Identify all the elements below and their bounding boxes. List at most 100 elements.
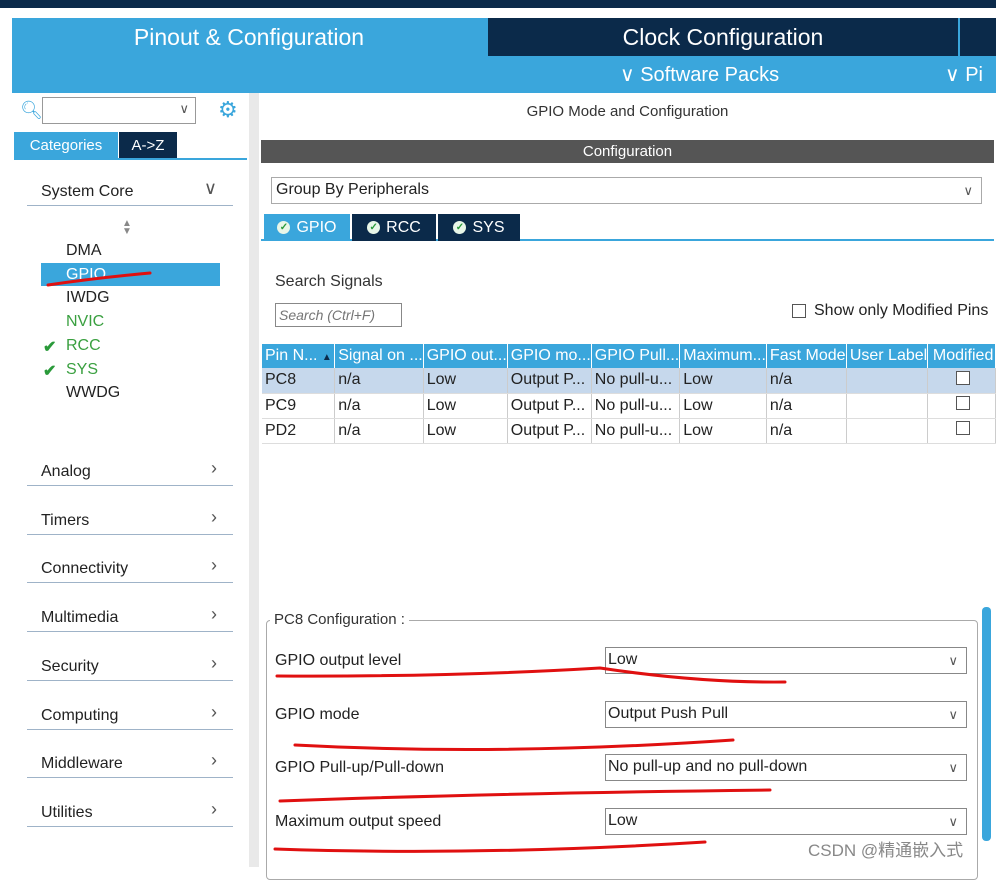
table-row[interactable]: PD2 n/a Low Output P... No pull-u... Low… [262, 418, 996, 444]
tab-a-z[interactable]: A->Z [119, 132, 177, 158]
pinout-menu-label: Pi [965, 64, 983, 86]
chevron-down-icon: ∨ [963, 183, 973, 198]
column-header-fast-mode[interactable]: Fast Mode [766, 344, 847, 368]
sort-icon: ▲ [321, 352, 332, 363]
chevron-right-icon: › [211, 507, 217, 527]
group-by-select[interactable]: Group By Peripherals ∨ [271, 177, 982, 204]
panel-splitter[interactable] [249, 93, 259, 867]
sub-item-rcc[interactable]: RCC [66, 337, 101, 355]
table-row[interactable]: PC9 n/a Low Output P... No pull-u... Low… [262, 393, 996, 419]
tab-categories[interactable]: Categories [14, 132, 118, 158]
check-circle-icon: ✓ [367, 221, 381, 234]
gpio-pull-select[interactable]: No pull-up and no pull-down ∨ [605, 754, 967, 781]
modified-checkbox[interactable] [956, 421, 971, 435]
gpio-mode-select[interactable]: Output Push Pull ∨ [605, 701, 967, 728]
modified-checkbox[interactable] [956, 370, 971, 385]
max-output-speed-label: Maximum output speed [275, 813, 442, 830]
cell-modified[interactable] [927, 368, 996, 394]
cell-modified[interactable] [927, 393, 996, 419]
tab-pinout-configuration[interactable]: Pinout & Configuration [12, 18, 486, 56]
category-utilities[interactable]: Utilities › [27, 791, 233, 827]
chevron-right-icon: › [211, 458, 217, 478]
sub-item-iwdg[interactable]: IWDG [66, 289, 110, 307]
cell-gpio-mode: Output P... [507, 393, 592, 419]
cell-user-label[interactable] [846, 368, 929, 394]
cell-user-label[interactable] [846, 393, 929, 419]
modified-pins-checkbox[interactable] [792, 304, 806, 318]
category-multimedia[interactable]: Multimedia › [27, 596, 233, 632]
category-middleware[interactable]: Middleware › [27, 742, 233, 778]
column-header-signal[interactable]: Signal on ... [334, 344, 424, 368]
cell-signal: n/a [334, 418, 424, 444]
column-header-gpio-output[interactable]: GPIO out... [423, 344, 508, 368]
modified-checkbox[interactable] [956, 396, 971, 410]
column-header-gpio-pull[interactable]: GPIO Pull... [591, 344, 681, 368]
sub-item-sys[interactable]: SYS [66, 361, 98, 379]
category-security[interactable]: Security › [27, 645, 233, 681]
cell-pin: PD2 [262, 418, 336, 444]
show-modified-pins[interactable]: Show only Modified Pins [792, 302, 988, 320]
tab-sys[interactable]: ✓ SYS [438, 214, 520, 241]
category-label: Analog [41, 463, 91, 480]
config-scrollbar[interactable] [982, 607, 991, 841]
category-label: Middleware [41, 755, 123, 772]
column-header-gpio-mode[interactable]: GPIO mo... [507, 344, 592, 368]
category-computing[interactable]: Computing › [27, 694, 233, 730]
table-row[interactable]: PC8 n/a Low Output P... No pull-u... Low… [262, 368, 996, 394]
cell-fast-mode: n/a [766, 418, 847, 444]
tab-rcc[interactable]: ✓ RCC [352, 214, 436, 241]
check-icon: ✔ [43, 363, 57, 380]
category-label: System Core [41, 183, 134, 200]
category-label: Utilities [41, 804, 93, 821]
column-header-modified[interactable]: Modified [927, 344, 996, 368]
mode-title: GPIO Mode and Configuration [526, 102, 729, 120]
signals-table: Pin N... ▲ Signal on ... GPIO out... GPI… [262, 344, 996, 444]
select-value: Low [608, 651, 638, 668]
category-connectivity[interactable]: Connectivity › [27, 547, 233, 583]
sort-arrows-icon[interactable]: ▲ ▼ [122, 219, 132, 237]
pinout-menu[interactable]: ∨ Pi [945, 62, 983, 87]
chevron-right-icon: › [211, 604, 217, 624]
select-value: Low [608, 812, 638, 829]
gpio-output-level-select[interactable]: Low ∨ [605, 647, 967, 674]
cell-signal: n/a [334, 393, 424, 419]
sub-item-nvic[interactable]: NVIC [66, 313, 104, 331]
column-header-pin[interactable]: Pin N... ▲ [262, 344, 336, 368]
category-search-combo[interactable]: ∨ [42, 97, 196, 124]
gear-icon[interactable]: ⚙ [218, 97, 238, 123]
category-system-core[interactable]: System Core ∨ [27, 170, 233, 206]
tab-overflow[interactable] [960, 18, 996, 56]
cell-gpio-pull: No pull-u... [591, 418, 681, 444]
cell-gpio-mode: Output P... [507, 418, 592, 444]
category-label: Multimedia [41, 609, 119, 626]
category-timers[interactable]: Timers › [27, 499, 233, 535]
cell-maximum: Low [679, 418, 767, 444]
category-label: Computing [41, 707, 119, 724]
select-value: No pull-up and no pull-down [608, 758, 808, 775]
title-strip [0, 0, 996, 8]
chevron-down-icon: ∨ [948, 760, 958, 775]
select-value: Output Push Pull [608, 705, 729, 722]
chevron-right-icon: › [211, 750, 217, 770]
chevron-right-icon: › [211, 653, 217, 673]
group-by-value: Group By Peripherals [276, 181, 429, 198]
sub-item-gpio[interactable]: GPIO [66, 266, 106, 284]
cell-user-label[interactable] [846, 418, 929, 444]
software-packs-menu[interactable]: ∨ Software Packs [620, 62, 779, 87]
chevron-down-icon: ∨ [620, 64, 635, 86]
column-header-maximum[interactable]: Maximum... [679, 344, 767, 368]
max-output-speed-select[interactable]: Low ∨ [605, 808, 967, 835]
search-signals-input[interactable] [275, 303, 402, 327]
category-label: Connectivity [41, 560, 129, 577]
gpio-mode-label: GPIO mode [275, 706, 360, 723]
software-packs-label: Software Packs [640, 64, 780, 86]
tab-gpio[interactable]: ✓ GPIO [264, 214, 350, 241]
search-icon[interactable]: 🔍︎ [20, 100, 43, 121]
column-header-user-label[interactable]: User Label [846, 344, 929, 368]
sub-item-wwdg[interactable]: WWDG [66, 384, 120, 402]
category-analog[interactable]: Analog › [27, 450, 233, 486]
tab-clock-configuration[interactable]: Clock Configuration [488, 18, 958, 56]
sub-item-dma[interactable]: DMA [66, 242, 102, 260]
pc8-configuration-title: PC8 Configuration : [270, 611, 409, 628]
cell-modified[interactable] [927, 418, 996, 444]
